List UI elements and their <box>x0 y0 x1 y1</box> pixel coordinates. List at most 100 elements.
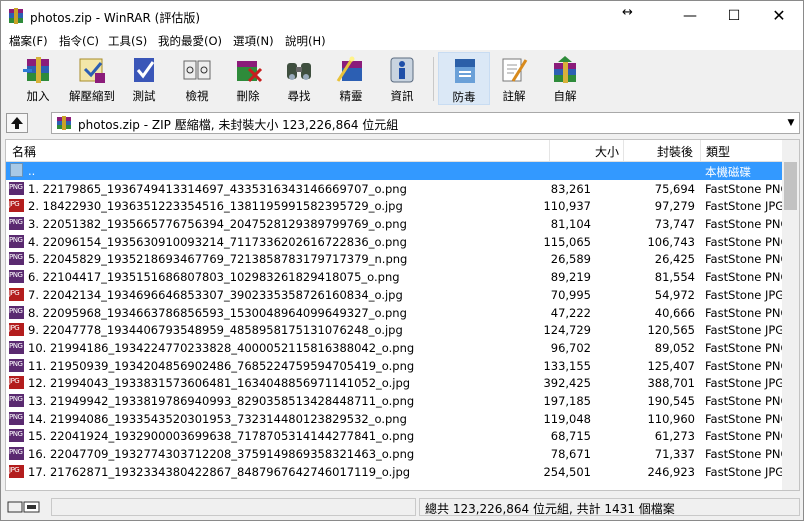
file-ext-glyph: PNG <box>9 359 23 368</box>
file-type: FastStone JPG <box>705 287 785 302</box>
file-row[interactable]: PNG 10. 21994186_1934224770233828_4000052… <box>6 339 789 357</box>
menu-favorites[interactable]: 我的最愛(O) <box>158 33 222 49</box>
file-type: FastStone PNG <box>705 234 790 249</box>
extract-to-button[interactable]: 解壓縮到 <box>66 52 118 105</box>
add-button[interactable]: 加入 <box>12 52 64 105</box>
file-row[interactable]: JPG 7. 22042134_1934696646853307_39023353… <box>6 286 785 304</box>
file-name: 3. 22051382_1935665776756394_20475281293… <box>28 217 407 232</box>
vertical-scrollbar[interactable] <box>782 140 799 490</box>
png-file-icon: PNG <box>9 252 24 266</box>
file-row[interactable]: PNG 15. 22041924_1932900003699638_7178705… <box>6 427 789 445</box>
scrollbar-thumb[interactable] <box>784 162 797 210</box>
file-ext-glyph: JPG <box>9 288 20 297</box>
file-name: 15. 22041924_1932900003699638_7178705314… <box>28 429 415 444</box>
maximize-button[interactable]: ☐ <box>712 1 756 31</box>
minimize-button[interactable]: — <box>668 1 712 31</box>
parent-folder-row[interactable]: .. 本機磁碟 <box>6 162 782 180</box>
file-packed-size: 120,565 <box>647 323 695 338</box>
file-packed-size: 75,694 <box>654 181 695 196</box>
file-type: FastStone PNG <box>705 305 790 320</box>
file-size: 119,048 <box>543 411 591 426</box>
file-packed-size: 54,972 <box>654 287 695 302</box>
column-header-name[interactable]: 名稱 <box>12 143 36 160</box>
view-button[interactable]: 檢視 <box>171 52 223 105</box>
file-row[interactable]: PNG 8. 22095968_1934663786856593_15300489… <box>6 304 789 322</box>
menu-file[interactable]: 檔案(F) <box>9 33 48 49</box>
menu-options[interactable]: 選項(N) <box>233 33 274 49</box>
png-file-icon: PNG <box>9 270 24 284</box>
jpg-file-icon: JPG <box>9 376 24 390</box>
file-row[interactable]: PNG 6. 22104417_1935151686807803_10298326… <box>6 268 789 286</box>
file-packed-size: 73,747 <box>654 217 695 232</box>
address-dropdown-icon[interactable]: ▼ <box>783 113 799 133</box>
wizard-label: 精靈 <box>339 89 363 103</box>
file-row[interactable]: PNG 14. 21994086_1933543520301953_7323144… <box>6 410 789 428</box>
file-name: 14. 21994086_1933543520301953_7323144801… <box>28 411 407 426</box>
jpg-file-icon: JPG <box>9 287 24 301</box>
png-file-icon: PNG <box>9 411 24 425</box>
sfx-button[interactable]: 自解 <box>539 52 591 105</box>
title-bar[interactable]: photos.zip - WinRAR (評估版) ↔ — ☐ ✕ <box>1 1 803 31</box>
file-row[interactable]: PNG 11. 21950939_1934204856902486_7685224… <box>6 357 789 375</box>
info-button[interactable]: 資訊 <box>376 52 428 105</box>
test-button[interactable]: 測試 <box>118 52 170 105</box>
column-header-size[interactable]: 大小 <box>595 143 619 160</box>
file-row[interactable]: JPG 9. 22047778_1934406793548959_48589581… <box>6 321 784 339</box>
file-row[interactable]: PNG 3. 22051382_1935665776756394_20475281… <box>6 215 789 233</box>
column-header-type[interactable]: 類型 <box>706 143 730 160</box>
file-row[interactable]: PNG 16. 22047709_1932774303712208_3759149… <box>6 445 789 463</box>
png-file-icon: PNG <box>9 234 24 248</box>
file-row[interactable]: PNG 4. 22096154_1935630910093214_71173362… <box>6 233 789 251</box>
menu-tools[interactable]: 工具(S) <box>108 33 147 49</box>
delete-icon <box>237 61 263 83</box>
delete-button[interactable]: 刪除 <box>222 52 274 105</box>
file-row[interactable]: PNG 1. 22179865_1936749413314697_43353163… <box>6 180 789 198</box>
file-type: FastStone PNG <box>705 252 790 267</box>
close-button[interactable]: ✕ <box>757 1 801 31</box>
file-packed-size: 71,337 <box>654 447 695 461</box>
file-ext-glyph: PNG <box>9 253 23 262</box>
address-field[interactable]: photos.zip - ZIP 壓縮檔, 未封裝大小 123,226,864 … <box>51 112 800 134</box>
file-ext-glyph: JPG <box>9 465 20 474</box>
file-name: 8. 22095968_1934663786856593_15300489640… <box>28 305 407 320</box>
up-folder-button[interactable] <box>6 113 28 133</box>
file-row[interactable]: JPG 12. 21994043_1933831573606481_1634048… <box>6 374 784 392</box>
file-type: FastStone JPG <box>705 464 785 479</box>
address-text: photos.zip - ZIP 壓縮檔, 未封裝大小 123,226,864 … <box>78 118 399 132</box>
winrar-app-icon[interactable] <box>8 8 24 24</box>
find-button[interactable]: 尋找 <box>273 52 325 105</box>
file-type: 本機磁碟 <box>705 165 751 179</box>
list-header: 名稱 ^ 大小 封裝後 類型 <box>6 140 786 162</box>
drive-status-icon[interactable] <box>7 500 41 514</box>
file-ext-glyph: PNG <box>9 394 23 403</box>
header-divider[interactable] <box>623 140 624 161</box>
file-name: 2. 18422930_1936351223354516_13811959915… <box>28 199 403 214</box>
comment-label: 註解 <box>502 89 526 103</box>
file-row[interactable]: JPG 2. 18422930_1936351223354516_13811959… <box>6 197 784 215</box>
file-rows: .. 本機磁碟 PNG 1. 22179865_1936749413314697_… <box>6 162 789 481</box>
add-archive-icon <box>23 57 49 83</box>
file-name: 16. 22047709_1932774303712208_3759149869… <box>28 447 415 461</box>
file-name: .. <box>28 164 36 178</box>
menu-help[interactable]: 說明(H) <box>285 33 326 49</box>
add-label: 加入 <box>26 89 50 103</box>
file-row[interactable]: PNG 13. 21949942_1933819786940993_8290358… <box>6 392 789 410</box>
menu-commands[interactable]: 指令(C) <box>59 33 99 49</box>
comment-button[interactable]: 註解 <box>488 52 540 105</box>
file-type: FastStone PNG <box>705 340 790 355</box>
file-type: FastStone PNG <box>705 181 790 196</box>
virus-scan-button[interactable]: 防毒 <box>438 52 490 105</box>
file-row[interactable]: PNG 5. 22045829_1935218693467769_72138587… <box>6 250 789 268</box>
file-ext-glyph: JPG <box>9 324 20 333</box>
file-ext-glyph: PNG <box>9 448 23 456</box>
header-divider[interactable] <box>549 140 550 161</box>
column-header-packed[interactable]: 封裝後 <box>657 143 693 160</box>
wizard-button[interactable]: 精靈 <box>325 52 377 105</box>
file-row[interactable]: JPG 17. 21762871_1932334380422867_8487967… <box>6 463 785 481</box>
info-label: 資訊 <box>390 89 414 103</box>
test-icon <box>134 58 155 82</box>
file-ext-glyph: PNG <box>9 412 23 421</box>
file-size: 81,104 <box>550 217 591 232</box>
move-icon: ↔ <box>622 5 633 20</box>
header-divider[interactable] <box>700 140 701 161</box>
